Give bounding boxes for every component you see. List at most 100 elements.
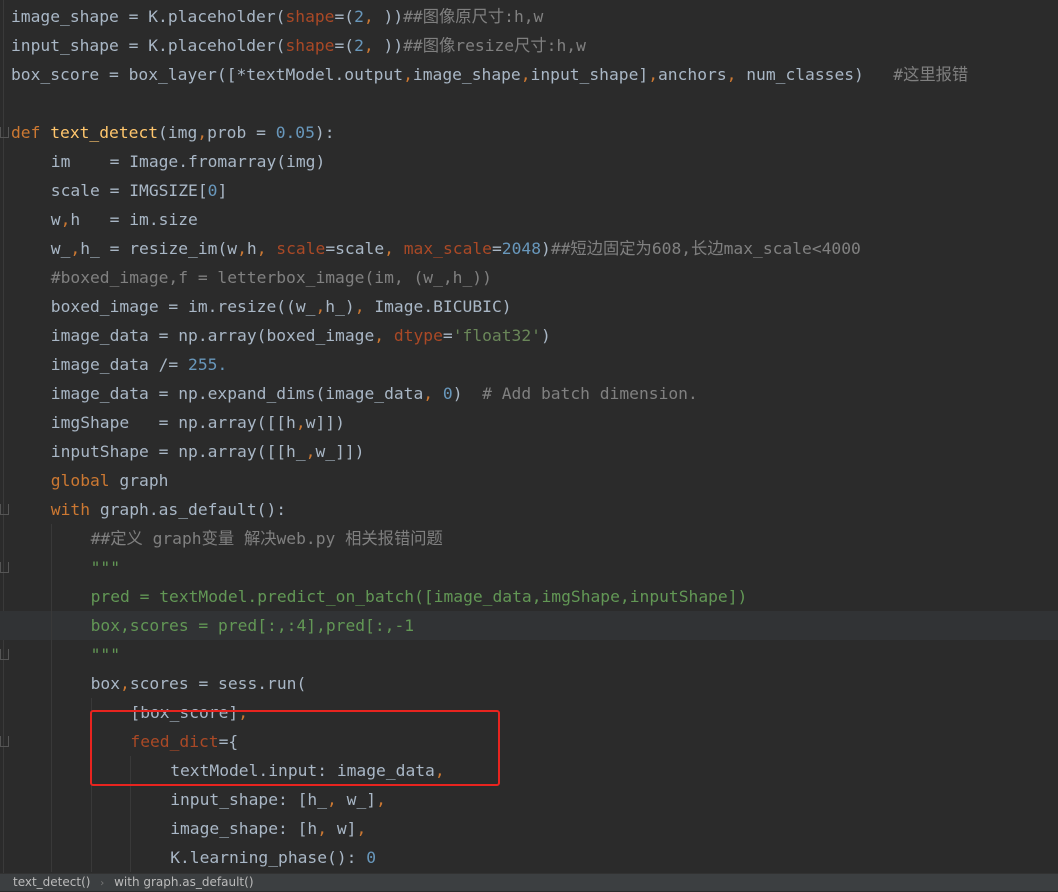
code-line-content: global graph [51, 466, 169, 495]
code-line[interactable]: with graph.as_default(): [0, 495, 1058, 524]
code-token: max_scale [403, 239, 492, 258]
code-line[interactable]: image_shape = K.placeholder(shape=(2, ))… [0, 2, 1058, 31]
code-line-content: """ [91, 553, 120, 582]
code-token: im = Image.fromarray(img) [50, 152, 326, 171]
fold-marker-icon[interactable] [0, 127, 9, 138]
code-line[interactable]: scale = IMGSIZE[0] [0, 176, 1058, 205]
code-line[interactable]: global graph [0, 466, 1058, 495]
code-token: = [491, 239, 502, 258]
code-line[interactable]: boxed_image = im.resize((w_,h_), Image.B… [0, 292, 1058, 321]
code-line[interactable]: image_data /= 255. [0, 350, 1058, 379]
code-token: , [295, 413, 306, 432]
code-line[interactable]: pred = textModel.predict_on_batch([image… [0, 582, 1058, 611]
code-token: h_) [325, 297, 355, 316]
code-token: , [315, 297, 326, 316]
code-line-content: boxed_image = im.resize((w_,h_), Image.B… [51, 292, 512, 321]
code-token: , [70, 239, 81, 258]
code-token: textModel.input: image_data [170, 761, 435, 780]
code-line[interactable]: ##定义 graph变量 解决web.py 相关报错问题 [0, 524, 1058, 553]
indent-guide [50, 814, 52, 843]
code-token: 2 [354, 36, 364, 55]
code-token: image_shape [412, 65, 521, 84]
code-line[interactable]: inputShape = np.array([[h_,w_]]) [0, 437, 1058, 466]
code-line-content: feed_dict={ [130, 727, 238, 756]
code-token: w_] [346, 790, 377, 809]
code-token: feed_dict [130, 732, 219, 751]
code-token: scale = IMGSIZE[ [50, 181, 208, 200]
code-line[interactable]: input_shape: [h_, w_], [0, 785, 1058, 814]
code-line-content: image_data = np.array(boxed_image, dtype… [51, 321, 551, 350]
code-token: #boxed_image,f = letterbox_image(im, (w_… [50, 268, 492, 287]
breadcrumb-separator: › [100, 878, 105, 889]
code-line[interactable]: box,scores = pred[:,:4],pred[:,-1 [0, 611, 1058, 640]
code-token: box,scores = pred[:,:4],pred[:,-1 [90, 616, 415, 635]
code-line[interactable]: input_shape = K.placeholder(shape=(2, ))… [0, 31, 1058, 60]
code-line[interactable]: im = Image.fromarray(img) [0, 147, 1058, 176]
code-line[interactable]: [box_score], [0, 698, 1058, 727]
code-line[interactable]: box,scores = sess.run( [0, 669, 1058, 698]
code-line[interactable]: imgShape = np.array([[h,w]]) [0, 408, 1058, 437]
indent-guide [50, 698, 52, 727]
code-line[interactable]: w,h = im.size [0, 205, 1058, 234]
indent-guide [130, 756, 132, 785]
code-line[interactable]: box_score = box_layer([*textModel.output… [0, 60, 1058, 89]
code-token: global [50, 471, 120, 490]
code-token: def [11, 123, 51, 142]
fold-marker-icon[interactable] [0, 504, 9, 515]
code-token: =scale [325, 239, 385, 258]
code-token: ##图像resize尺寸:h,w [403, 36, 586, 55]
code-token: pred = textModel.predict_on_batch([image… [90, 587, 748, 606]
code-line[interactable]: image_data = np.array(boxed_image, dtype… [0, 321, 1058, 350]
code-token: image_data = np.expand_dims(image_data [50, 384, 424, 403]
code-line-content: image_shape = K.placeholder(shape=(2, ))… [11, 2, 543, 31]
code-token: 0.05 [275, 123, 315, 142]
code-token: , [726, 65, 747, 84]
code-token: w] [336, 819, 357, 838]
indent-guide [50, 669, 52, 698]
code-line[interactable]: w_,h_ = resize_im(w,h, scale=scale, max_… [0, 234, 1058, 263]
code-token: inputShape = np.array([[h_ [50, 442, 306, 461]
code-token: 255. [188, 355, 228, 374]
code-token: boxed_image = im.resize((w_ [50, 297, 316, 316]
code-token: ) [452, 384, 483, 403]
code-token: , [60, 210, 71, 229]
code-line[interactable]: """ [0, 553, 1058, 582]
breadcrumb-item-text-detect[interactable]: text_detect() [13, 874, 90, 891]
code-token: box [90, 674, 121, 693]
code-line[interactable] [0, 89, 1058, 118]
code-line[interactable]: feed_dict={ [0, 727, 1058, 756]
code-editor[interactable]: image_shape = K.placeholder(shape=(2, ))… [0, 0, 1058, 873]
code-token: , [363, 36, 384, 55]
code-token: 2048 [501, 239, 542, 258]
indent-guide [90, 727, 92, 756]
code-line[interactable]: image_data = np.expand_dims(image_data, … [0, 379, 1058, 408]
code-token: """ [90, 645, 121, 664]
code-token: , [376, 790, 386, 809]
code-line-content: #boxed_image,f = letterbox_image(im, (w_… [51, 263, 492, 292]
code-line[interactable]: def text_detect(img,prob = 0.05): [0, 118, 1058, 147]
code-line[interactable]: #boxed_image,f = letterbox_image(im, (w_… [0, 263, 1058, 292]
code-token: 0 [207, 181, 218, 200]
code-line[interactable]: K.learning_phase(): 0 [0, 843, 1058, 872]
fold-marker-icon[interactable] [0, 736, 9, 747]
fold-marker-icon[interactable] [0, 562, 9, 573]
code-token: imgShape = np.array([[h [50, 413, 296, 432]
code-line-content: """ [91, 640, 120, 669]
code-token: text_detect [50, 123, 159, 142]
code-line-content: box,scores = sess.run( [91, 669, 307, 698]
code-line-content: def text_detect(img,prob = 0.05): [11, 118, 335, 147]
fold-marker-icon[interactable] [0, 649, 9, 660]
code-line[interactable]: """ [0, 640, 1058, 669]
code-token: w_ [50, 239, 71, 258]
code-line-content: with graph.as_default(): [51, 495, 286, 524]
breadcrumb-item-with-graph[interactable]: with graph.as_default() [114, 874, 253, 891]
code-line[interactable]: image_shape: [h, w], [0, 814, 1058, 843]
code-token: input_shape: [h_ [170, 790, 328, 809]
code-line-content: box_score = box_layer([*textModel.output… [11, 60, 968, 89]
code-line[interactable]: textModel.input: image_data, [0, 756, 1058, 785]
code-token: w_]]) [315, 442, 365, 461]
indent-guide [50, 582, 52, 611]
code-token: =( [334, 7, 355, 26]
code-token: h_ = resize_im(w [80, 239, 238, 258]
code-token: dtype [393, 326, 443, 345]
